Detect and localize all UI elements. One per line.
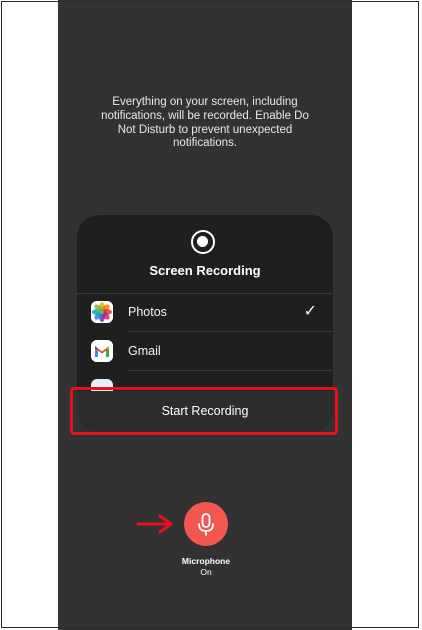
divider <box>128 370 333 371</box>
microphone-state: On <box>200 566 212 577</box>
notice-line-4: notifications. <box>173 137 237 150</box>
panel-title: Screen Recording <box>149 263 261 278</box>
app-name-photos: Photos <box>128 305 167 319</box>
notice-line-2: notifications, will be recorded. Enable … <box>101 109 309 122</box>
notice-line-1: Everything on your screen, including <box>112 96 298 108</box>
app-option-photos[interactable]: Photos ✓ <box>77 293 333 331</box>
photos-icon <box>91 301 113 323</box>
microphone-icon <box>198 513 214 536</box>
app-name-gmail: Gmail <box>128 344 161 358</box>
microphone-toggle-button[interactable] <box>184 502 228 546</box>
microphone-title: Microphone <box>181 556 231 566</box>
screen-recording-overlay: Everything on your screen, including not… <box>58 0 352 630</box>
app-option-gmail[interactable]: Gmail <box>77 332 333 370</box>
gmail-icon <box>91 340 113 362</box>
recording-notice: Everything on your screen, including not… <box>78 96 332 151</box>
record-icon <box>191 230 215 254</box>
arrow-right-icon <box>136 514 173 534</box>
notice-line-3: Not Disturb to prevent unexpected <box>117 123 293 136</box>
checkmark-icon: ✓ <box>303 303 317 320</box>
start-recording-highlight <box>70 387 338 435</box>
microphone-label: Microphone On <box>164 556 248 577</box>
